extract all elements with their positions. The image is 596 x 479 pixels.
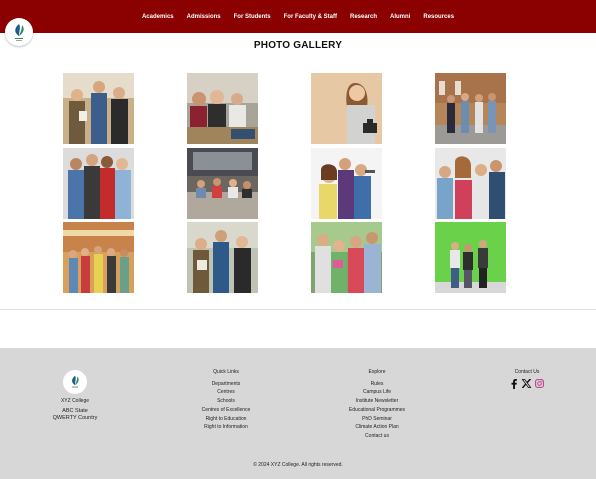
- footer-link-departments[interactable]: Departments: [186, 380, 266, 389]
- footer-link-right-to-information[interactable]: Right to Information: [186, 423, 266, 432]
- footer-link-educational-programmes[interactable]: Educational Programmes: [332, 406, 422, 415]
- footer-address: XYZ College ABC State QWERTY Country: [35, 397, 115, 423]
- footer-explore: Explore Rules Campus Life Institute News…: [332, 368, 422, 441]
- footer-contact: Contact Us: [497, 368, 557, 392]
- footer-link-campus-life[interactable]: Campus Life: [332, 388, 422, 397]
- footer-link-contact-us[interactable]: Contact us: [332, 432, 422, 441]
- footer-link-institute-newsletter[interactable]: Institute Newsletter: [332, 397, 422, 406]
- gallery-photo[interactable]: [63, 148, 134, 219]
- leaf-logo-icon: [15, 24, 24, 41]
- gallery-photo[interactable]: [63, 73, 134, 144]
- main-nav: Academics Admissions For Students For Fa…: [0, 0, 596, 33]
- gallery-photo[interactable]: [435, 222, 506, 293]
- gallery-photo[interactable]: [435, 73, 506, 144]
- gallery-photo[interactable]: [187, 222, 258, 293]
- footer-link-schools[interactable]: Schools: [186, 397, 266, 406]
- nav-for-students[interactable]: For Students: [234, 14, 271, 20]
- footer-link-right-to-education[interactable]: Right to Education: [186, 415, 266, 424]
- footer-quick-links: Quick Links Departments Centres Schools …: [186, 368, 266, 432]
- footer-link-centres[interactable]: Centres: [186, 388, 266, 397]
- nav-resources[interactable]: Resources: [423, 14, 454, 20]
- nav-for-faculty-staff[interactable]: For Faculty & Staff: [284, 14, 337, 20]
- college-logo[interactable]: [5, 18, 33, 46]
- footer-college-name: XYZ College: [60, 398, 90, 404]
- gallery-photo[interactable]: [311, 148, 382, 219]
- footer-link-rules[interactable]: Rules: [332, 380, 422, 389]
- instagram-icon[interactable]: [535, 379, 544, 392]
- footer-link-climate-action-plan[interactable]: Climate Action Plan: [332, 423, 422, 432]
- gallery-photo[interactable]: [187, 148, 258, 219]
- footer-link-phd-seminar[interactable]: PhD Seminar: [332, 415, 422, 424]
- footer-address-line1: ABC State: [62, 407, 88, 414]
- nav-admissions[interactable]: Admissions: [187, 14, 221, 20]
- footer-address-line2: QWERTY Country: [52, 415, 98, 422]
- gallery-photo[interactable]: [311, 73, 382, 144]
- gallery-photo[interactable]: [187, 73, 258, 144]
- contact-heading: Contact Us: [514, 369, 540, 375]
- footer-link-centres-of-excellence[interactable]: Centres of Excellence: [186, 406, 266, 415]
- gallery-photo[interactable]: [435, 148, 506, 219]
- x-icon[interactable]: [521, 379, 532, 392]
- nav-research[interactable]: Research: [350, 14, 377, 20]
- social-links: [497, 378, 557, 393]
- facebook-icon[interactable]: [510, 378, 518, 393]
- top-navigation-bar: Academics Admissions For Students For Fa…: [0, 0, 596, 33]
- section-divider: [0, 309, 596, 310]
- leaf-logo-icon: [71, 375, 79, 388]
- gallery-photo[interactable]: [311, 222, 382, 293]
- page-title: PHOTO GALLERY: [253, 40, 343, 51]
- quick-links-heading: Quick Links: [213, 369, 239, 375]
- nav-alumni[interactable]: Alumni: [390, 14, 410, 20]
- explore-heading: Explore: [368, 369, 386, 375]
- copyright-text: © 2024 XYZ College. All rights reserved.: [253, 462, 343, 468]
- gallery-photo[interactable]: [63, 222, 134, 293]
- footer-logo[interactable]: [63, 370, 87, 394]
- nav-academics[interactable]: Academics: [142, 14, 174, 20]
